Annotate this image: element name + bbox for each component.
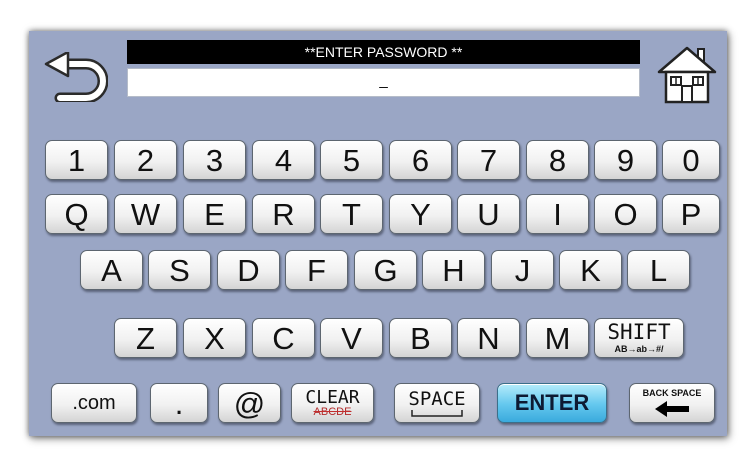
shift-sublabel: AB→ab→#/ [614,344,664,354]
home-button[interactable] [656,44,718,106]
key-b[interactable]: B [389,318,452,358]
key-e[interactable]: E [183,194,246,234]
home-icon [657,46,717,104]
back-button[interactable] [42,50,109,104]
password-title: **ENTER PASSWORD ** [127,40,640,64]
clear-sublabel: ABCDE [313,405,352,418]
backspace-arrow-icon [655,400,689,417]
key-w[interactable]: W [114,194,177,234]
password-input[interactable]: _ [127,68,640,97]
backspace-label: BACK SPACE [642,387,702,398]
key-0[interactable]: 0 [662,140,720,180]
key-2[interactable]: 2 [114,140,177,180]
enter-button[interactable]: ENTER [497,383,607,423]
key-f[interactable]: F [285,250,348,290]
key-t[interactable]: T [320,194,383,234]
key-v[interactable]: V [320,318,383,358]
backspace-key[interactable]: BACK SPACE [629,383,715,423]
key-i[interactable]: I [526,194,589,234]
key-7[interactable]: 7 [457,140,520,180]
key-s[interactable]: S [148,250,211,290]
key-y[interactable]: Y [389,194,452,234]
key-m[interactable]: M [526,318,589,358]
key-c[interactable]: C [252,318,315,358]
shift-key[interactable]: SHIFT AB→ab→#/ [594,318,684,358]
key-u[interactable]: U [457,194,520,234]
key-g[interactable]: G [354,250,417,290]
clear-key[interactable]: CLEAR ABCDE [291,383,374,423]
shift-label: SHIFT [607,320,671,344]
back-arrow-icon [44,50,109,104]
space-key[interactable]: SPACE [394,383,480,423]
key-d[interactable]: D [217,250,280,290]
space-bar-icon [411,409,463,417]
dot-com-key[interactable]: .com [51,383,137,423]
key-9[interactable]: 9 [594,140,657,180]
key-h[interactable]: H [422,250,485,290]
key-5[interactable]: 5 [320,140,383,180]
key-p[interactable]: P [662,194,720,234]
clear-label: CLEAR [305,386,360,408]
key-r[interactable]: R [252,194,315,234]
key-q[interactable]: Q [45,194,108,234]
key-6[interactable]: 6 [389,140,452,180]
dot-key[interactable]: . [150,383,208,423]
key-x[interactable]: X [183,318,246,358]
key-k[interactable]: K [559,250,622,290]
key-j[interactable]: J [491,250,554,290]
key-3[interactable]: 3 [183,140,246,180]
key-z[interactable]: Z [114,318,177,358]
key-l[interactable]: L [627,250,690,290]
key-o[interactable]: O [594,194,657,234]
space-label: SPACE [408,387,466,410]
key-n[interactable]: N [457,318,520,358]
key-1[interactable]: 1 [45,140,108,180]
key-8[interactable]: 8 [526,140,589,180]
key-4[interactable]: 4 [252,140,315,180]
key-a[interactable]: A [80,250,143,290]
at-key[interactable]: @ [218,383,281,423]
